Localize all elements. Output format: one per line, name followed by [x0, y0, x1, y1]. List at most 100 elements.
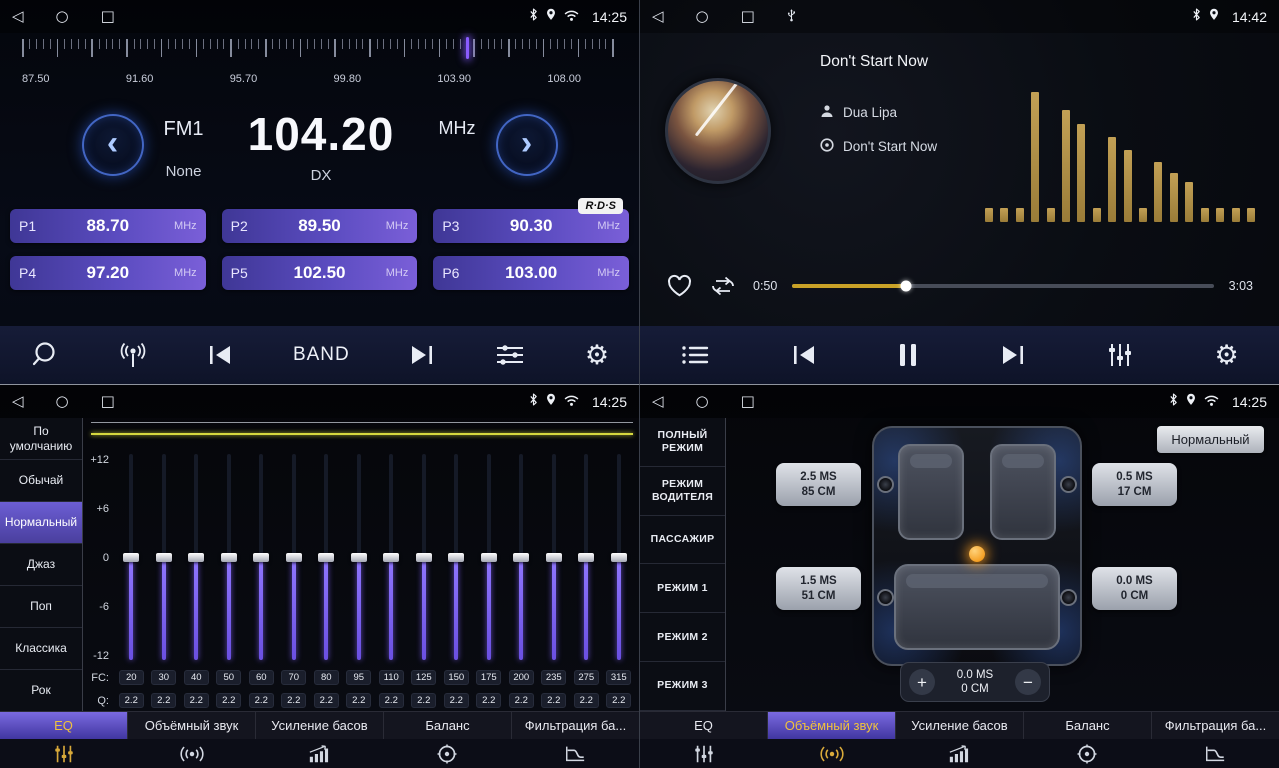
eq-band-slider[interactable]: [278, 454, 311, 660]
eq-band-slider[interactable]: [148, 454, 181, 660]
eq-band-slider[interactable]: [570, 454, 603, 660]
tune-up-button[interactable]: ›: [496, 114, 558, 176]
bass-boost-icon[interactable]: [256, 744, 384, 764]
tab-eq[interactable]: EQ: [0, 712, 128, 739]
eq-slider-handle[interactable]: [221, 553, 237, 562]
eq-sliders-icon[interactable]: [0, 744, 128, 764]
tab-balance[interactable]: Баланс: [384, 712, 512, 739]
eq-slider-handle[interactable]: [253, 553, 269, 562]
eq-preset-item[interactable]: Джаз: [0, 544, 82, 586]
eq-slider-handle[interactable]: [578, 553, 594, 562]
seek-bar[interactable]: [792, 284, 1213, 288]
delay-front-right-button[interactable]: 0.5 MS 17 CM: [1092, 463, 1177, 506]
tab-eq[interactable]: EQ: [640, 712, 768, 739]
next-station-icon[interactable]: [409, 343, 435, 367]
eq-slider-handle[interactable]: [123, 553, 139, 562]
eq-slider-handle[interactable]: [318, 553, 334, 562]
recents-icon[interactable]: □: [741, 9, 755, 24]
eq-preset-item[interactable]: Нормальный: [0, 502, 82, 544]
eq-preset-item[interactable]: Рок: [0, 670, 82, 712]
eq-band-slider[interactable]: [538, 454, 571, 660]
listening-position-marker[interactable]: [969, 546, 985, 562]
home-icon[interactable]: ○: [696, 9, 709, 24]
preset-button-p1[interactable]: P188.70MHz: [10, 209, 206, 243]
eq-band-slider[interactable]: [115, 454, 148, 660]
eq-slider-handle[interactable]: [546, 553, 562, 562]
eq-preset-item[interactable]: Классика: [0, 628, 82, 670]
balance-icon[interactable]: [383, 744, 511, 764]
prev-station-icon[interactable]: [207, 343, 233, 367]
eq-slider-handle[interactable]: [611, 553, 627, 562]
delay-decrease-button[interactable]: −: [1015, 669, 1041, 695]
surround-mode-item[interactable]: РЕЖИМ ВОДИТЕЛЯ: [640, 467, 725, 516]
profile-normal-button[interactable]: Нормальный: [1157, 426, 1264, 453]
repeat-icon[interactable]: [708, 275, 738, 297]
tab-filtering[interactable]: Фильтрация ба...: [1152, 712, 1279, 739]
eq-band-slider[interactable]: [408, 454, 441, 660]
surround-sound-icon[interactable]: [128, 744, 256, 764]
balance-icon[interactable]: [1023, 744, 1151, 764]
eq-slider-handle[interactable]: [481, 553, 497, 562]
tune-down-button[interactable]: ‹: [82, 114, 144, 176]
playlist-icon[interactable]: [680, 343, 710, 367]
next-track-icon[interactable]: [1000, 343, 1026, 367]
eq-slider-handle[interactable]: [513, 553, 529, 562]
filter-icon[interactable]: [511, 744, 639, 764]
eq-slider-handle[interactable]: [383, 553, 399, 562]
preset-button-p5[interactable]: P5102.50MHz: [222, 256, 418, 290]
favorite-heart-icon[interactable]: [666, 274, 693, 298]
eq-band-slider[interactable]: [245, 454, 278, 660]
prev-track-icon[interactable]: [791, 343, 817, 367]
eq-slider-handle[interactable]: [351, 553, 367, 562]
eq-slider-handle[interactable]: [416, 553, 432, 562]
tab-balance[interactable]: Баланс: [1024, 712, 1152, 739]
recents-icon[interactable]: □: [101, 394, 115, 409]
home-icon[interactable]: ○: [56, 9, 69, 24]
preset-button-p3[interactable]: P390.30MHz: [433, 209, 629, 243]
preset-button-p6[interactable]: P6103.00MHz: [433, 256, 629, 290]
eq-slider-handle[interactable]: [448, 553, 464, 562]
pause-icon[interactable]: [897, 342, 919, 368]
preset-button-p2[interactable]: P289.50MHz: [222, 209, 418, 243]
back-icon[interactable]: ◁: [652, 394, 664, 409]
settings-gear-icon[interactable]: ⚙: [585, 342, 609, 369]
home-icon[interactable]: ○: [56, 394, 69, 409]
delay-rear-right-button[interactable]: 0.0 MS 0 CM: [1092, 567, 1177, 610]
back-icon[interactable]: ◁: [652, 9, 664, 24]
eq-band-slider[interactable]: [505, 454, 538, 660]
eq-band-slider[interactable]: [603, 454, 636, 660]
eq-band-slider[interactable]: [180, 454, 213, 660]
delay-increase-button[interactable]: +: [909, 669, 935, 695]
eq-slider-handle[interactable]: [286, 553, 302, 562]
surround-mode-item[interactable]: РЕЖИМ 1: [640, 564, 725, 613]
filter-icon[interactable]: [1151, 744, 1279, 764]
delay-rear-left-button[interactable]: 1.5 MS 51 CM: [776, 567, 861, 610]
mixer-icon[interactable]: [1106, 342, 1134, 368]
eq-slider-handle[interactable]: [156, 553, 172, 562]
delay-front-left-button[interactable]: 2.5 MS 85 CM: [776, 463, 861, 506]
eq-band-slider[interactable]: [213, 454, 246, 660]
home-icon[interactable]: ○: [696, 394, 709, 409]
broadcast-button[interactable]: [118, 342, 148, 369]
eq-preset-item[interactable]: По умолчанию: [0, 418, 82, 460]
eq-band-slider[interactable]: [473, 454, 506, 660]
settings-gear-icon[interactable]: ⚙: [1214, 342, 1238, 369]
audio-settings-icon[interactable]: [495, 343, 525, 367]
eq-band-slider[interactable]: [343, 454, 376, 660]
eq-preset-item[interactable]: Обычай: [0, 460, 82, 502]
tab-surround-sound[interactable]: Объёмный звук: [128, 712, 256, 739]
eq-band-slider[interactable]: [440, 454, 473, 660]
tab-bass-boost[interactable]: Усиление басов: [256, 712, 384, 739]
eq-sliders-icon[interactable]: [640, 744, 768, 764]
bass-boost-icon[interactable]: [896, 744, 1024, 764]
surround-mode-item[interactable]: ПОЛНЫЙ РЕЖИМ: [640, 418, 725, 467]
back-icon[interactable]: ◁: [12, 394, 24, 409]
surround-sound-icon[interactable]: [768, 744, 896, 764]
tab-surround-sound[interactable]: Объёмный звук: [768, 712, 896, 739]
eq-slider-handle[interactable]: [188, 553, 204, 562]
recents-icon[interactable]: □: [101, 9, 115, 24]
frequency-ruler[interactable]: 87.5091.6095.7099.80103.90108.00: [0, 35, 639, 87]
scan-button[interactable]: [30, 341, 58, 369]
tab-bass-boost[interactable]: Усиление басов: [896, 712, 1024, 739]
band-button[interactable]: BAND: [293, 344, 350, 366]
